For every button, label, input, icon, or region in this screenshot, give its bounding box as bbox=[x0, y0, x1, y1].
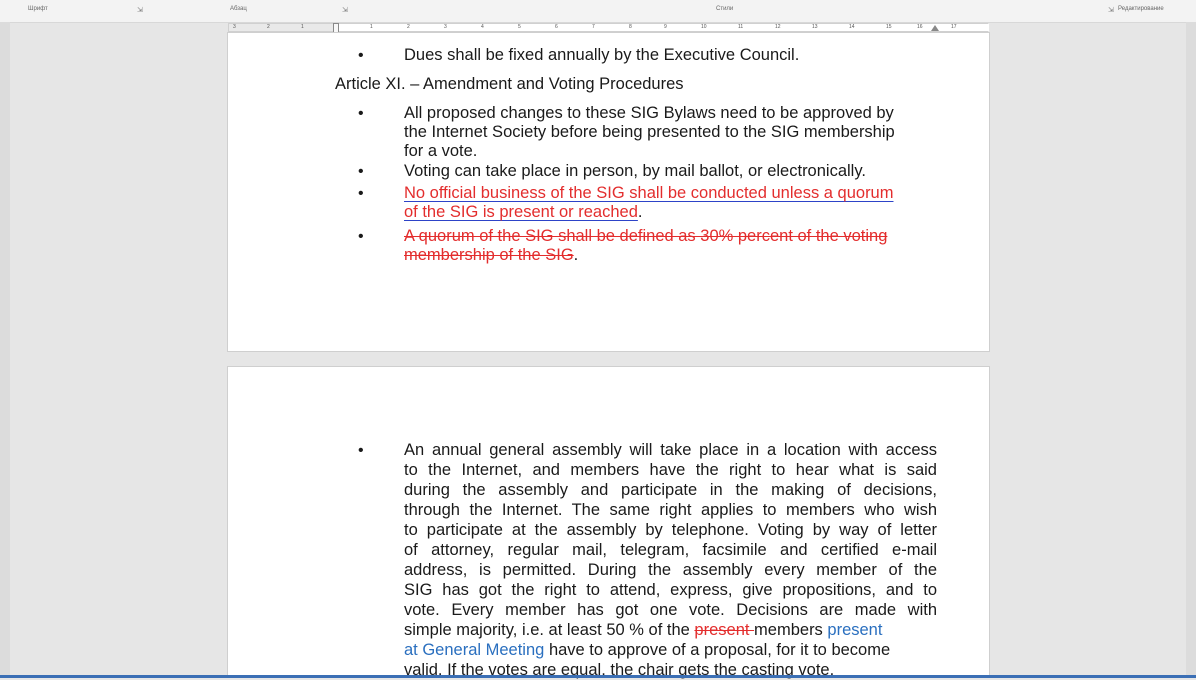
ruler-tick-label: 13 bbox=[812, 24, 818, 30]
tracked-deletion[interactable]: of the SIG is present or reached bbox=[404, 203, 638, 221]
tracked-deletion[interactable]: membership of the SIG bbox=[404, 246, 574, 264]
ruler-tick-label: 12 bbox=[775, 24, 781, 30]
list-bullet: • bbox=[358, 47, 364, 64]
ribbon-group-editing: Редактирование bbox=[1118, 6, 1164, 12]
bylaw-line: Voting can take place in person, by mail… bbox=[404, 162, 866, 180]
tracked-deletion[interactable]: No official business of the SIG shall be… bbox=[404, 184, 893, 203]
paragraph-dialog-launcher-icon[interactable]: ⇲ bbox=[342, 6, 348, 14]
paragraph-line: to participate at the assembly by teleph… bbox=[404, 521, 937, 539]
paragraph-line: to the Internet, and members have the ri… bbox=[404, 461, 937, 479]
bylaw-line: for a vote. bbox=[404, 142, 478, 160]
bylaw-line: the Internet Society before being presen… bbox=[404, 123, 895, 141]
tracked-insertion[interactable]: present bbox=[827, 621, 882, 639]
ruler-tick-label: 16 bbox=[917, 24, 923, 30]
ruler-tick-label: 3 bbox=[233, 24, 236, 30]
ruler-tick-label: 1 bbox=[370, 24, 373, 30]
paragraph-line: of attorney, regular mail, telegram, fac… bbox=[404, 541, 937, 559]
tracked-insertion[interactable]: at General Meeting bbox=[404, 641, 544, 659]
paragraph-line: simple majority, i.e. at least 50 % of t… bbox=[404, 621, 882, 640]
ruler-tick-label: 2 bbox=[407, 24, 410, 30]
tracked-deletion[interactable]: A quorum of the SIG shall be defined as … bbox=[404, 227, 887, 246]
paragraph-line: vote. Every member has got one vote. Dec… bbox=[404, 601, 937, 619]
workspace-right-margin bbox=[1186, 22, 1196, 678]
ruler-tick-label: 2 bbox=[267, 24, 270, 30]
ribbon-group-font: Шрифт bbox=[28, 6, 48, 12]
ruler-tick-label: 14 bbox=[849, 24, 855, 30]
bylaw-line: Dues shall be fixed annually by the Exec… bbox=[404, 46, 800, 64]
bylaw-line: of the SIG is present or reached. bbox=[404, 203, 642, 222]
text-run: have to approve of a proposal, for it to… bbox=[548, 641, 891, 659]
ruler-tick-label: 6 bbox=[555, 24, 558, 30]
article-heading: Article XI. – Amendment and Voting Proce… bbox=[335, 75, 684, 93]
ruler-tick-label: 15 bbox=[886, 24, 892, 30]
ribbon-group-styles: Стили bbox=[716, 6, 734, 12]
paragraph-line: during the assembly and participate in t… bbox=[404, 481, 937, 499]
ruler-tick-label: 5 bbox=[518, 24, 521, 30]
ruler-tick-label: 9 bbox=[664, 24, 667, 30]
ruler-tick-label: 8 bbox=[629, 24, 632, 30]
ruler-tick-label: 3 bbox=[444, 24, 447, 30]
paragraph-line: An annual general assembly will take pla… bbox=[404, 441, 937, 459]
ruler-tick-label: 17 bbox=[951, 24, 957, 30]
ruler-tick-label: 11 bbox=[738, 24, 744, 30]
text-run: simple majority, i.e. at least 50 % of t… bbox=[404, 621, 690, 639]
document-page[interactable]: • An annual general assembly will take p… bbox=[227, 366, 990, 679]
bylaw-line: membership of the SIG. bbox=[404, 246, 578, 265]
ribbon-group-paragraph: Абзац bbox=[230, 6, 247, 12]
list-bullet: • bbox=[358, 442, 364, 459]
font-dialog-launcher-icon[interactable]: ⇲ bbox=[137, 6, 143, 14]
horizontal-ruler[interactable]: 3 2 1 1 2 3 4 5 6 7 8 9 10 11 12 13 14 1… bbox=[228, 23, 989, 33]
workspace-left-margin bbox=[0, 22, 10, 678]
list-bullet: • bbox=[358, 185, 364, 202]
paragraph-line: SIG has got the right to attend, express… bbox=[404, 581, 937, 599]
ruler-tick-label: 10 bbox=[701, 24, 707, 30]
list-bullet: • bbox=[358, 105, 364, 122]
paragraph-line: at General Meeting have to approve of a … bbox=[404, 641, 890, 660]
right-indent-marker[interactable] bbox=[931, 25, 939, 31]
document-page[interactable]: • Dues shall be fixed annually by the Ex… bbox=[227, 32, 990, 352]
ruler-tick-label: 1 bbox=[301, 24, 304, 30]
sentence-period: . bbox=[637, 203, 643, 221]
bylaw-line: All proposed changes to these SIG Bylaws… bbox=[404, 104, 894, 122]
ribbon-group-labels: Шрифт ⇲ Абзац ⇲ Стили ⇲ Редактирование bbox=[0, 0, 1196, 23]
sentence-period: . bbox=[573, 246, 579, 264]
text-run: members bbox=[754, 621, 823, 639]
tracked-deletion[interactable]: present bbox=[694, 621, 754, 639]
ruler-tick-label: 4 bbox=[481, 24, 484, 30]
list-bullet: • bbox=[358, 228, 364, 245]
list-bullet: • bbox=[358, 163, 364, 180]
paragraph-line: address, is permitted. During the assemb… bbox=[404, 561, 937, 579]
paragraph-line: through the Internet. The same right app… bbox=[404, 501, 937, 519]
styles-dialog-launcher-icon[interactable]: ⇲ bbox=[1108, 6, 1114, 14]
ruler-tick-label: 7 bbox=[592, 24, 595, 30]
